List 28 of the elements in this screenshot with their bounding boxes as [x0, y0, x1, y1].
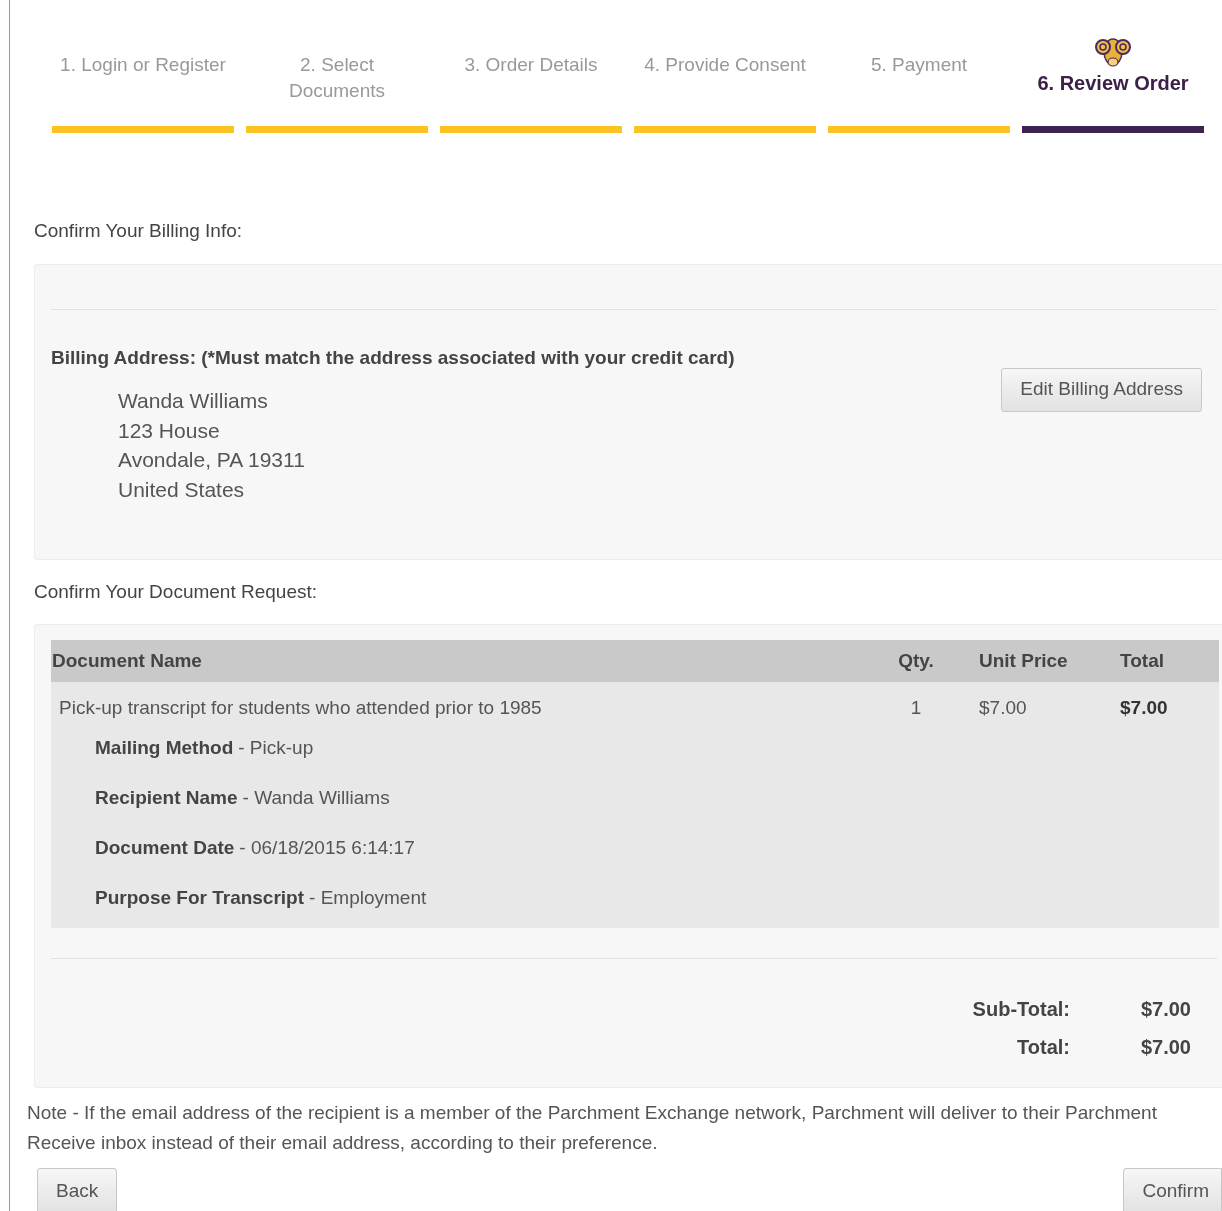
table-cell-text: 1 [909, 695, 923, 720]
column-header: Total [1119, 648, 1165, 673]
detail-value: - 06/18/2015 6:14:17 [239, 836, 415, 860]
detail-value: - Wanda Williams [242, 786, 390, 810]
column-header: Unit Price [978, 648, 1069, 673]
address-line: Avondale, PA 19311 [118, 447, 306, 473]
detail-label: Recipient Name [95, 786, 238, 810]
section-heading: Confirm Your Billing Info: [34, 219, 244, 243]
detail-value: - Pick-up [238, 736, 314, 760]
table-cell-text: $7.00 [1119, 695, 1169, 720]
detail-label: Document Date [95, 836, 235, 860]
note-text: Note - If the email address of the recipient is a member of the Parchment Exchange network, Parchment will deliver to their Parchment Receive inbox instead of their email address, according to their preference. [26, 1101, 1158, 1155]
detail-label: Mailing Method [95, 736, 234, 760]
billing-address-label: Billing Address: (*Must match the address associated with your credit card) [51, 345, 735, 370]
summary-label: Sub-Total: [972, 997, 1070, 1022]
table-cell-text: Pick-up transcript for students who attended prior to 1985 [58, 695, 543, 720]
address-line: 123 House [118, 417, 221, 444]
summary-value: $7.00 [1139, 997, 1192, 1022]
detail-value: - Employment [309, 886, 427, 910]
summary-value: $7.00 [1139, 1035, 1192, 1060]
table-cell-text: $7.00 [978, 695, 1028, 720]
address-line: Wanda Williams [118, 388, 269, 414]
detail-label: Purpose For Transcript [95, 886, 305, 910]
address-line: United States [118, 476, 246, 503]
summary-label: Total: [1017, 1035, 1070, 1060]
column-header: Qty. [897, 648, 935, 673]
section-heading: Confirm Your Document Request: [34, 579, 319, 604]
column-header: Document Name [51, 648, 203, 673]
